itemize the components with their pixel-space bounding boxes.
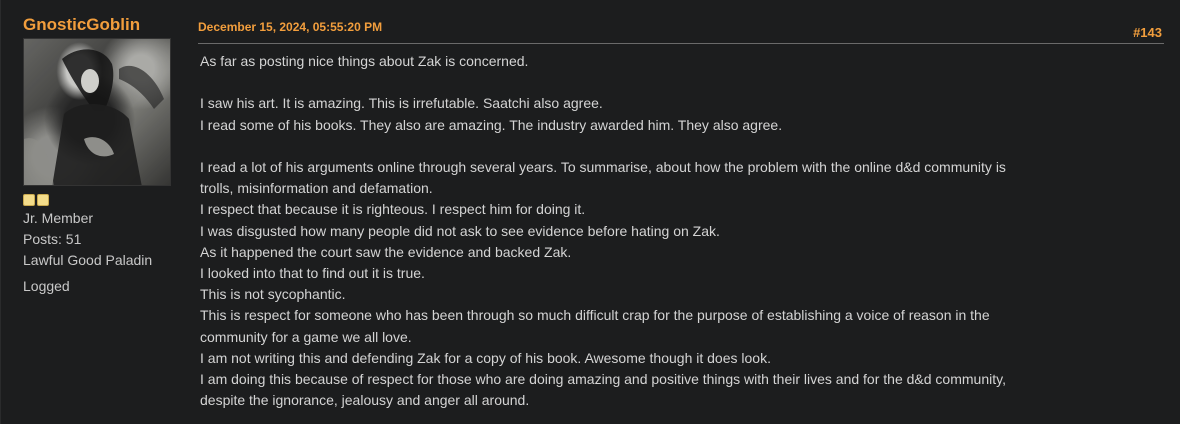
star-icon	[23, 194, 35, 206]
avatar-image	[24, 39, 170, 185]
post-line: I am doing this because of respect for t…	[200, 371, 1006, 388]
post-line: I looked into that to find out it is tru…	[200, 265, 425, 281]
post-line: As far as posting nice things about Zak …	[200, 53, 529, 69]
poster-username[interactable]: GnosticGoblin	[23, 14, 183, 36]
post-line: despite the ignorance, jealousy and ange…	[200, 392, 530, 409]
post-count: Posts: 51	[23, 231, 82, 247]
star-icon	[37, 194, 49, 206]
post-date: December 15, 2024, 05:55:20 PM	[198, 20, 383, 34]
rank-stars	[23, 194, 183, 208]
post-line: This is respect for someone who has been…	[200, 307, 990, 324]
avatar	[23, 38, 171, 186]
post-line	[200, 72, 1130, 93]
post-line: trolls, misinformation and defamation.	[200, 180, 433, 197]
logged-status: Logged	[23, 278, 70, 294]
post-line: I read some of his books. They also are …	[200, 116, 783, 133]
post-number-link[interactable]: #143	[1133, 25, 1162, 40]
post-line: community for a game we all love.	[200, 328, 412, 345]
post-header: December 15, 2024, 05:55:20 PM #143	[198, 14, 1164, 44]
poster-info: GnosticGoblin Jr. Member Posts: 51 Lawfu…	[23, 14, 183, 297]
post-line: As it happened the court saw the evidenc…	[200, 243, 572, 260]
forum-post: GnosticGoblin Jr. Member Posts: 51 Lawfu…	[0, 0, 1180, 424]
post-line: I read a lot of his arguments online thr…	[200, 158, 1006, 175]
post-line: I saw his art. It is amazing. This is ir…	[200, 95, 603, 112]
post-line: I respect that because it is righteous. …	[200, 201, 586, 218]
member-title: Lawful Good Paladin	[23, 252, 153, 268]
post-body: As far as posting nice things about Zak …	[200, 51, 1130, 411]
post-line: I was disgusted how many people did not …	[200, 222, 720, 239]
post-line	[200, 136, 1130, 157]
post-line: This is not sycophantic.	[200, 286, 346, 303]
post-line: I am not writing this and defending Zak …	[200, 349, 771, 366]
member-rank: Jr. Member	[23, 210, 94, 226]
